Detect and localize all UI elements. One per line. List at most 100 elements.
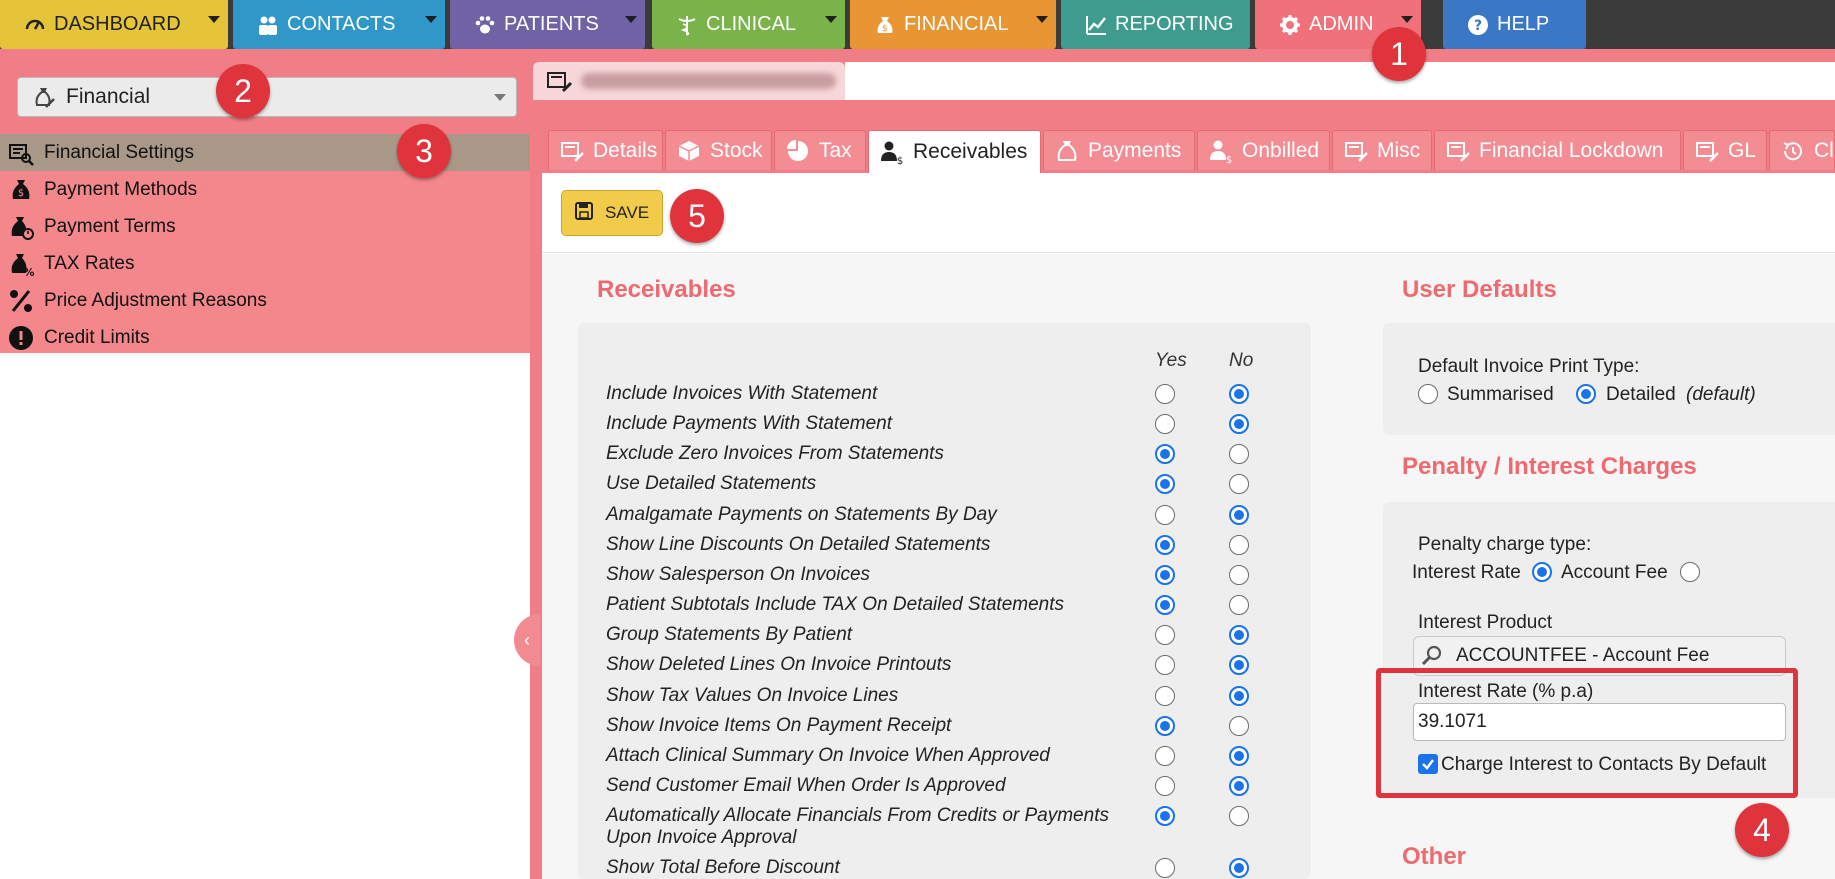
tab-onbilled[interactable]: $ Onbilled bbox=[1197, 130, 1330, 170]
nav-tab-reporting[interactable]: REPORTING bbox=[1061, 0, 1250, 49]
floppy-disk-icon bbox=[574, 201, 593, 225]
receivables-yes-radio[interactable] bbox=[1155, 565, 1175, 585]
annotation-badge-1: 1 bbox=[1372, 27, 1426, 81]
receivables-option-label: Automatically Allocate Financials From C… bbox=[606, 805, 1109, 826]
receivables-no-radio[interactable] bbox=[1229, 474, 1249, 494]
chevron-left-icon: ‹ bbox=[524, 629, 530, 650]
settings-doc-icon bbox=[559, 138, 585, 164]
receivables-no-radio[interactable] bbox=[1229, 535, 1249, 555]
receivables-no-radio[interactable] bbox=[1229, 625, 1249, 645]
receivables-yes-radio[interactable] bbox=[1155, 384, 1175, 404]
receivables-option-label: Include Invoices With Statement bbox=[606, 383, 878, 404]
receivables-option-row: Exclude Zero Invoices From Statements bbox=[606, 443, 1306, 465]
receivables-yes-radio[interactable] bbox=[1155, 655, 1175, 675]
save-button[interactable]: SAVE bbox=[561, 190, 663, 236]
receivables-no-radio[interactable] bbox=[1229, 686, 1249, 706]
tab-financial-lockdown[interactable]: Financial Lockdown bbox=[1434, 130, 1681, 170]
receivables-no-radio[interactable] bbox=[1229, 806, 1249, 826]
receivables-yes-radio[interactable] bbox=[1155, 686, 1175, 706]
receivables-yes-radio[interactable] bbox=[1155, 535, 1175, 555]
sidebar-item-credit-limits[interactable]: Credit Limits bbox=[0, 319, 530, 356]
annotation-badge-4: 4 bbox=[1735, 803, 1789, 857]
receivables-option-label-continued: Upon Invoice Approval bbox=[606, 827, 797, 848]
receivables-option-label: Exclude Zero Invoices From Statements bbox=[606, 443, 944, 464]
nav-tab-help[interactable]: ? HELP bbox=[1443, 0, 1586, 49]
sidebar-item-price-adjustment-reasons[interactable]: Price Adjustment Reasons bbox=[0, 282, 530, 319]
financial-settings-icon bbox=[547, 72, 573, 93]
sidebar-item-payment-terms[interactable]: Payment Terms bbox=[0, 208, 530, 245]
record-tab[interactable] bbox=[533, 62, 845, 100]
nav-tab-clinical[interactable]: CLINICAL bbox=[652, 0, 845, 49]
exclamation-icon bbox=[8, 325, 34, 351]
receivables-no-radio[interactable] bbox=[1229, 716, 1249, 736]
sidebar-item-label: Financial Settings bbox=[44, 141, 194, 163]
receivables-yes-radio[interactable] bbox=[1155, 474, 1175, 494]
receivables-option-label: Patient Subtotals Include TAX On Detaile… bbox=[606, 594, 1065, 615]
nav-tab-contacts[interactable]: CONTACTS bbox=[233, 0, 445, 49]
tab-misc[interactable]: Misc bbox=[1332, 130, 1432, 170]
receivables-no-radio[interactable] bbox=[1229, 776, 1249, 796]
receivables-option-label: Show Line Discounts On Detailed Statemen… bbox=[606, 534, 991, 555]
summarised-radio[interactable] bbox=[1418, 384, 1438, 404]
chevron-down-icon[interactable] bbox=[817, 0, 845, 49]
sidebar-item-tax-rates[interactable]: % TAX Rates bbox=[0, 245, 530, 282]
receivables-yes-radio[interactable] bbox=[1155, 716, 1175, 736]
nav-tab-dashboard[interactable]: DASHBOARD bbox=[0, 0, 228, 49]
receivables-option-row: Show Total Before Discount bbox=[606, 857, 1306, 879]
receivables-no-radio[interactable] bbox=[1229, 858, 1249, 878]
annotation-badge-3: 3 bbox=[397, 124, 451, 178]
account-fee-radio[interactable] bbox=[1680, 562, 1700, 582]
nav-tab-financial[interactable]: $ FINANCIAL bbox=[850, 0, 1056, 49]
nav-tab-patients[interactable]: PATIENTS bbox=[450, 0, 645, 49]
tab-tax[interactable]: Tax bbox=[774, 130, 866, 170]
module-select-value: Financial bbox=[66, 85, 151, 108]
summarised-label: Summarised bbox=[1447, 384, 1554, 405]
tab-receivables[interactable]: $ Receivables bbox=[868, 130, 1041, 173]
receivables-no-radio[interactable] bbox=[1229, 505, 1249, 525]
receivables-yes-radio[interactable] bbox=[1155, 776, 1175, 796]
receivables-no-radio[interactable] bbox=[1229, 655, 1249, 675]
receivables-no-radio[interactable] bbox=[1229, 444, 1249, 464]
caduceus-icon bbox=[676, 14, 698, 36]
tab-gl[interactable]: GL bbox=[1683, 130, 1767, 170]
receivables-yes-radio[interactable] bbox=[1155, 746, 1175, 766]
detailed-radio[interactable] bbox=[1576, 384, 1596, 404]
receivables-no-radio[interactable] bbox=[1229, 565, 1249, 585]
receivables-no-radio[interactable] bbox=[1229, 384, 1249, 404]
sidebar: Financial Settings $ Payment Methods Pay… bbox=[0, 134, 530, 353]
chevron-down-icon[interactable] bbox=[617, 0, 645, 49]
other-title: Other bbox=[1402, 843, 1467, 870]
tab-history[interactable]: Cl bbox=[1769, 130, 1835, 170]
receivables-no-radio[interactable] bbox=[1229, 414, 1249, 434]
interest-rate-radio[interactable] bbox=[1532, 562, 1552, 582]
svg-text:$: $ bbox=[897, 156, 903, 165]
chevron-down-icon[interactable] bbox=[200, 0, 228, 49]
chevron-down-icon[interactable] bbox=[1028, 0, 1056, 49]
sidebar-item-payment-methods[interactable]: $ Payment Methods bbox=[0, 171, 530, 208]
nav-tab-label: CLINICAL bbox=[706, 13, 797, 35]
receivables-yes-radio[interactable] bbox=[1155, 444, 1175, 464]
line-chart-icon bbox=[1085, 14, 1107, 36]
receivables-yes-radio[interactable] bbox=[1155, 414, 1175, 434]
receivables-yes-radio[interactable] bbox=[1155, 505, 1175, 525]
receivables-yes-radio[interactable] bbox=[1155, 625, 1175, 645]
receivables-title: Receivables bbox=[597, 276, 736, 303]
redacted-record-name bbox=[581, 73, 836, 89]
sidebar-item-label: TAX Rates bbox=[44, 252, 135, 274]
tab-stock[interactable]: Stock bbox=[665, 130, 772, 170]
receivables-no-radio[interactable] bbox=[1229, 746, 1249, 766]
tab-label: Details bbox=[593, 138, 658, 162]
nav-tab-label: PATIENTS bbox=[504, 13, 599, 35]
chevron-down-icon[interactable] bbox=[417, 0, 445, 49]
pie-chart-icon bbox=[785, 138, 811, 164]
receivables-yes-radio[interactable] bbox=[1155, 806, 1175, 826]
tab-payments[interactable]: Payments bbox=[1043, 130, 1195, 170]
receivables-yes-radio[interactable] bbox=[1155, 858, 1175, 878]
percent-icon bbox=[8, 288, 34, 314]
tab-label: Financial Lockdown bbox=[1479, 138, 1664, 162]
tab-details[interactable]: Details bbox=[548, 130, 663, 170]
receivables-yes-radio[interactable] bbox=[1155, 595, 1175, 615]
history-icon bbox=[1780, 138, 1806, 164]
receivables-no-radio[interactable] bbox=[1229, 595, 1249, 615]
annotation-badge-5: 5 bbox=[670, 189, 724, 243]
